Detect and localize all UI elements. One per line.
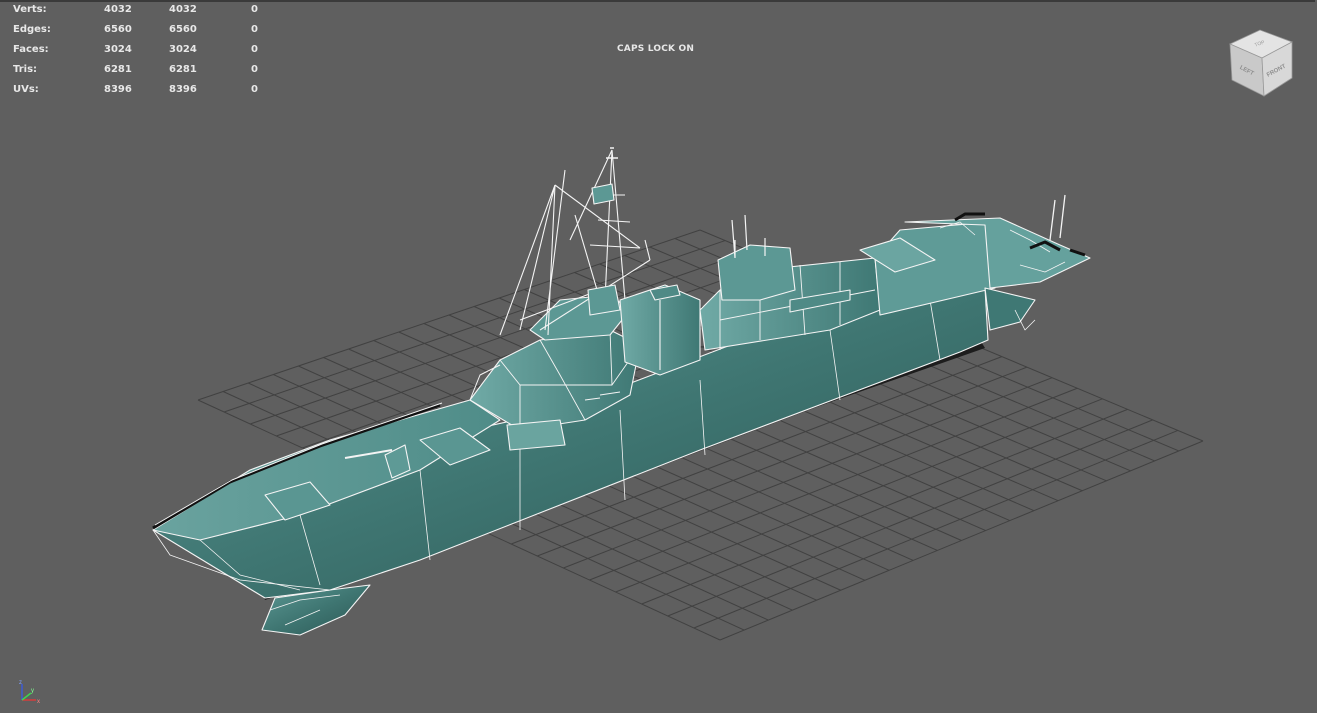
axis-gizmo: z x y: [19, 680, 40, 705]
stats-value-other: 0: [251, 24, 258, 35]
grid-line: [693, 429, 1179, 629]
stats-value-other: 0: [251, 44, 258, 55]
stats-value-total: 8396: [104, 84, 132, 95]
stats-value-selected: 6281: [169, 64, 197, 75]
stats-value-total: 6281: [104, 64, 132, 75]
caps-lock-indicator: CAPS LOCK ON: [617, 44, 695, 54]
stats-value-other: 0: [251, 4, 258, 15]
grid-line: [667, 419, 1153, 617]
scene-canvas[interactable]: [0, 0, 1317, 713]
stats-value-selected: 6560: [169, 24, 197, 35]
y-axis-line: [21, 692, 32, 701]
z-axis-label: z: [19, 680, 22, 686]
stats-label: UVs:: [13, 84, 39, 95]
stats-value-selected: 8396: [169, 84, 197, 95]
stats-value-other: 0: [251, 84, 258, 95]
viewcube-icon[interactable]: TOP LEFT FRONT: [1229, 29, 1293, 97]
stats-label: Tris:: [13, 64, 38, 75]
grid-line: [719, 440, 1204, 641]
stats-value-other: 0: [251, 64, 258, 75]
y-axis-label: y: [31, 688, 34, 694]
stats-value-selected: 4032: [169, 4, 197, 15]
stats-label: Verts:: [13, 4, 47, 15]
stats-label: Faces:: [13, 44, 49, 55]
stats-value-total: 6560: [104, 24, 132, 35]
stats-value-total: 4032: [104, 4, 132, 15]
3d-viewport[interactable]: Verts: 4032 4032 0 Edges: 6560 6560 0 Faces: 3024…: [0, 0, 1317, 713]
ship-model: [152, 147, 1091, 636]
viewcube[interactable]: TOP LEFT FRONT: [1222, 26, 1298, 102]
stats-value-selected: 3024: [169, 44, 197, 55]
stats-label: Edges:: [13, 24, 51, 35]
stats-value-total: 3024: [104, 44, 132, 55]
x-axis-label: x: [37, 699, 40, 705]
